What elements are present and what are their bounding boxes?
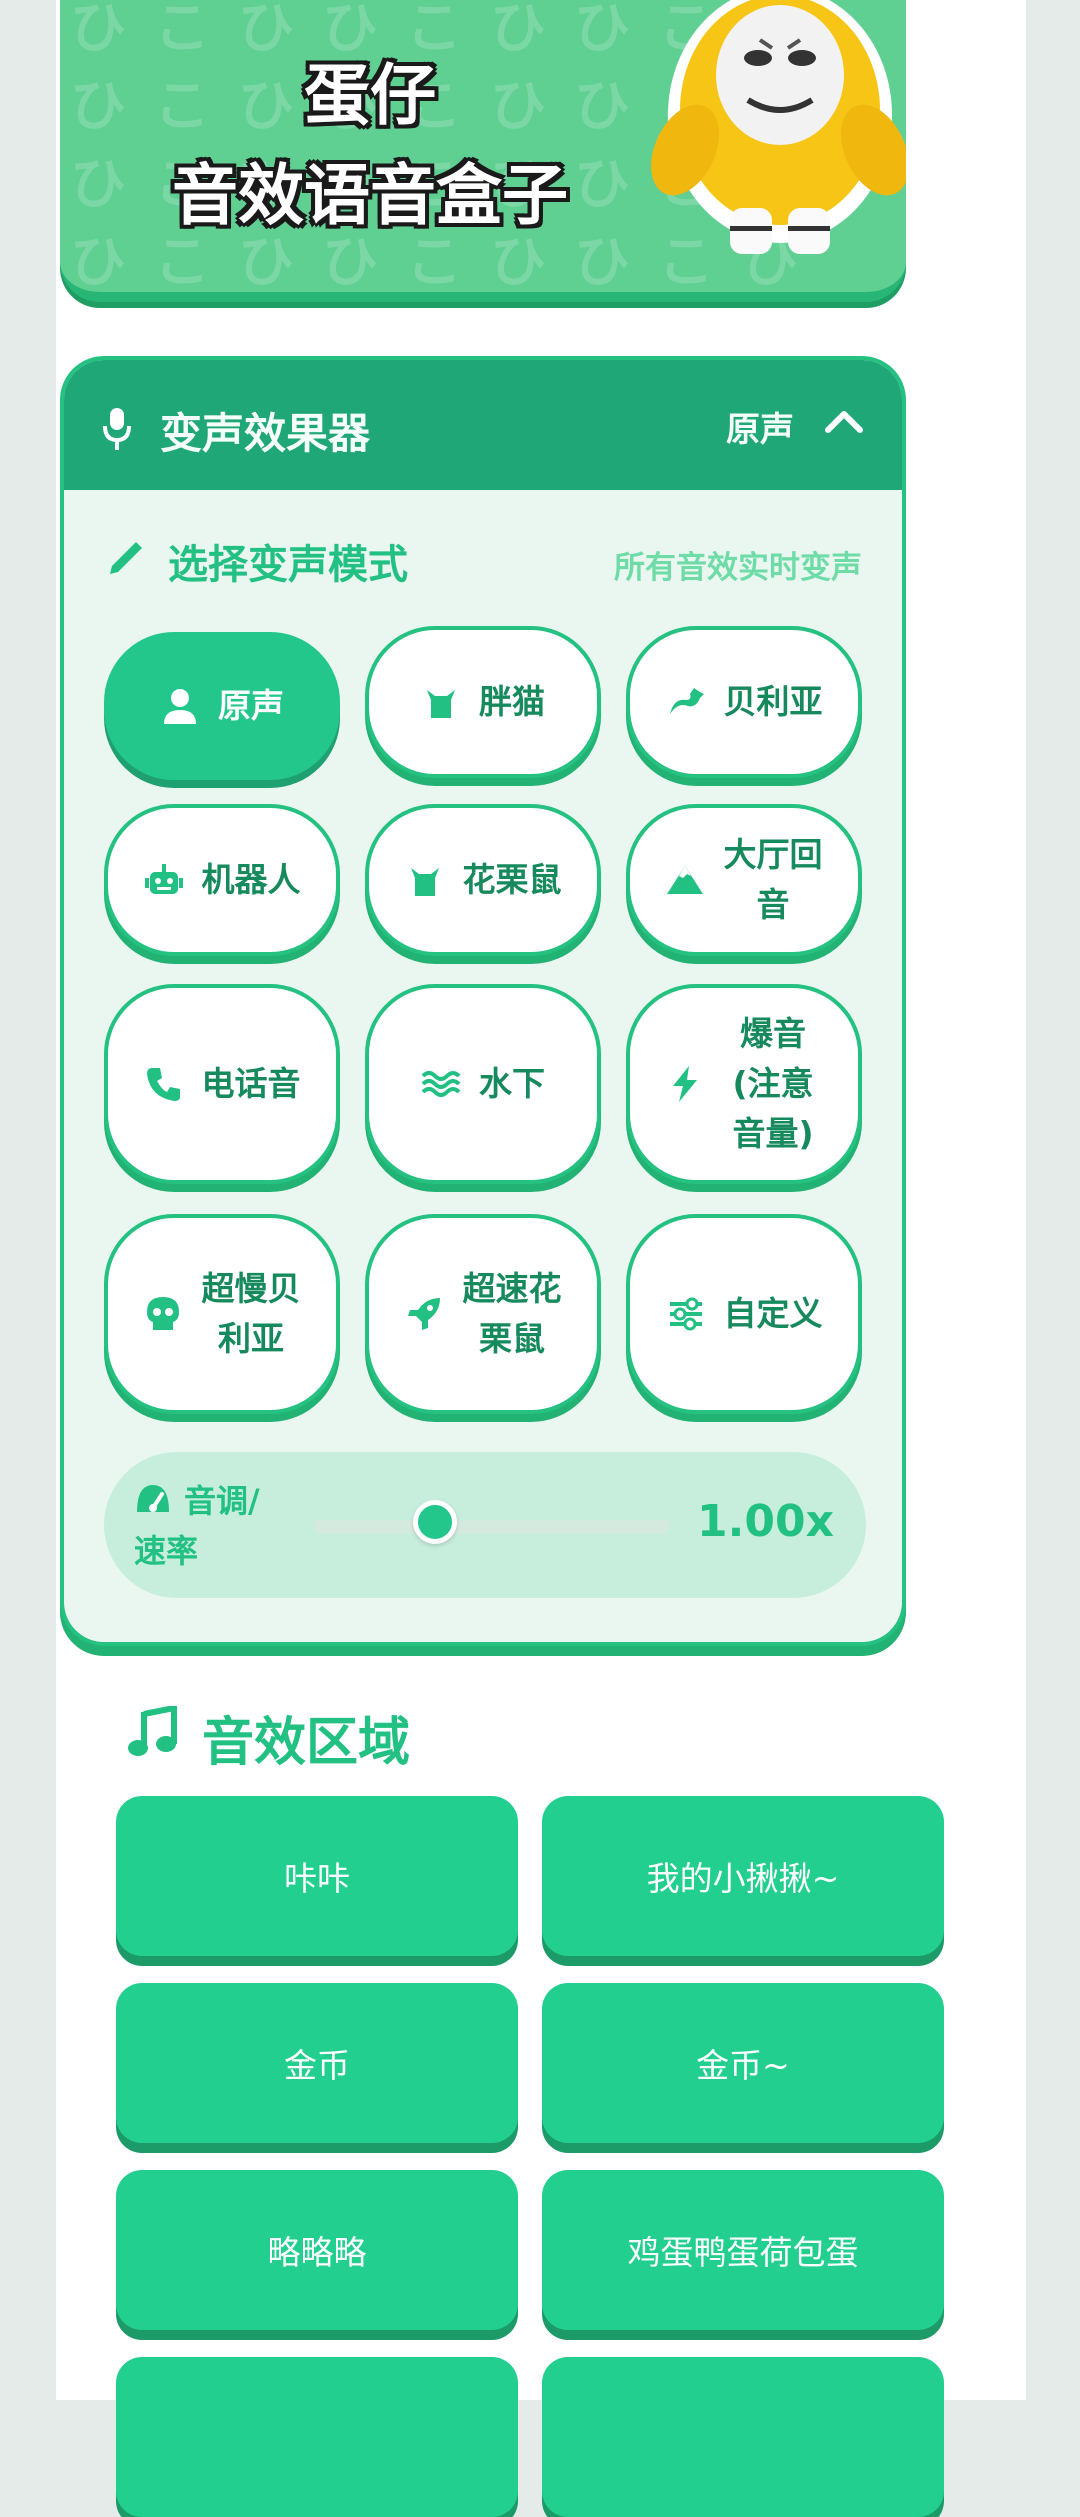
sfx-button[interactable]	[116, 2357, 518, 2517]
bolt-icon	[673, 1066, 697, 1102]
mode-label-text: 大厅回音	[723, 835, 823, 924]
pen-icon	[110, 542, 142, 574]
voice-changer-card: 变声效果器 原声 选择变声模式 所有音效实时变声 原声 胖猫 贝利亚 机器人 花…	[60, 356, 906, 1646]
dragon-icon	[669, 688, 704, 714]
mode-button-slow-belial[interactable]: 超慢贝利亚	[104, 1214, 340, 1414]
current-effect-label: 原声	[726, 410, 794, 450]
mode-button-chipmunk[interactable]: 花栗鼠	[365, 804, 601, 956]
mode-label-text: 机器人	[201, 860, 301, 899]
mode-label-text: 爆音(注意音量)	[732, 1014, 814, 1153]
mode-button-fast-chipmunk[interactable]: 超速花栗鼠	[365, 1214, 601, 1414]
mode-label-text: 自定义	[723, 1294, 823, 1333]
banner-title-line2: 音效语音盒子	[172, 157, 568, 234]
mode-button-original[interactable]: 原声	[104, 632, 340, 780]
banner-title-line1: 蛋仔	[304, 57, 436, 134]
music-note-icon	[128, 1706, 177, 1756]
sfx-section-title: 音效区域	[202, 1713, 411, 1773]
mountain-icon	[667, 866, 703, 894]
mode-label-text: 超速花栗鼠	[462, 1269, 562, 1358]
sfx-button[interactable]: 咔咔	[116, 1796, 518, 1956]
sliders-icon	[669, 1297, 702, 1331]
mode-label-text: 水下	[479, 1064, 545, 1103]
mascot-image	[651, 0, 906, 254]
mode-button-hall-echo[interactable]: 大厅回音	[626, 804, 862, 956]
hero-banner: ひこひひこひひこひひこひひこひひこひひこひひこひひこひひこひひこひひこひひこひ …	[60, 0, 906, 302]
mode-label-text: 花栗鼠	[462, 860, 562, 899]
mode-button-fat-cat[interactable]: 胖猫	[365, 626, 601, 778]
voice-changer-title: 变声效果器	[160, 409, 371, 458]
mode-label-text: 胖猫	[479, 682, 545, 721]
pitch-slider-track[interactable]	[314, 1500, 670, 1544]
cat-icon	[410, 868, 439, 896]
sfx-button[interactable]: 鸡蛋鸭蛋荷包蛋	[542, 2170, 944, 2330]
mode-label-text: 电话音	[201, 1064, 301, 1103]
mode-hint: 所有音效实时变声	[614, 550, 862, 586]
sfx-button[interactable]: 金币	[116, 1983, 518, 2143]
pitch-control: 音调/速率 1.00x	[104, 1452, 866, 1598]
mode-button-robot[interactable]: 机器人	[104, 804, 340, 956]
pitch-label: 音调/速率	[134, 1482, 260, 1570]
sfx-button[interactable]	[542, 2357, 944, 2517]
mode-section-title: 选择变声模式	[168, 542, 408, 588]
mode-button-distortion[interactable]: 爆音(注意音量)	[626, 984, 862, 1184]
water-icon	[421, 1071, 461, 1097]
pitch-value: 1.00x	[697, 1496, 834, 1547]
mode-button-custom[interactable]: 自定义	[626, 1214, 862, 1414]
microphone-icon	[103, 408, 131, 450]
sfx-button[interactable]: 我的小揪揪~	[542, 1796, 944, 1956]
voice-changer-header[interactable]: 变声效果器 原声	[64, 360, 902, 490]
rocket-icon	[408, 1298, 440, 1330]
mode-button-belial[interactable]: 贝利亚	[626, 626, 862, 778]
sfx-button[interactable]: 金币~	[542, 1983, 944, 2143]
mode-label-text: 原声	[218, 686, 284, 725]
pitch-slider-handle[interactable]	[413, 1500, 458, 1544]
robot-icon	[144, 864, 183, 894]
skull-icon	[147, 1297, 179, 1330]
sfx-button[interactable]: 略略略	[116, 2170, 518, 2330]
cat-icon	[427, 690, 455, 718]
mode-button-telephone[interactable]: 电话音	[104, 984, 340, 1184]
mode-label-text: 超慢贝利亚	[201, 1269, 301, 1358]
user-icon	[164, 689, 196, 724]
mode-button-underwater[interactable]: 水下	[365, 984, 601, 1184]
phone-icon	[146, 1068, 180, 1101]
chevron-up-icon[interactable]	[824, 406, 864, 436]
mode-label-text: 贝利亚	[723, 682, 823, 721]
